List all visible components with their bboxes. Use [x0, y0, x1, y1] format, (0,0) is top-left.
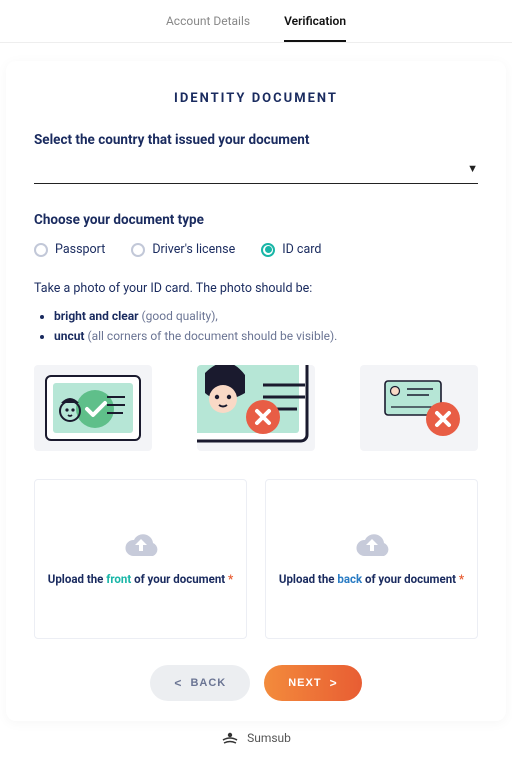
upload-front[interactable]: Upload the front of your document *	[34, 479, 247, 639]
cloud-upload-icon	[350, 529, 394, 563]
radio-label: Driver's license	[152, 242, 235, 257]
radio-drivers-license[interactable]: Driver's license	[131, 242, 235, 257]
req-bold: uncut	[54, 329, 84, 343]
page-title: IDENTITY DOCUMENT	[34, 91, 478, 106]
radio-passport[interactable]: Passport	[34, 242, 105, 257]
upload-row: Upload the front of your document * Uplo…	[34, 479, 478, 639]
next-button[interactable]: NEXT >	[264, 665, 361, 701]
button-row: < BACK NEXT >	[34, 665, 478, 701]
country-select[interactable]: ▼	[34, 162, 478, 184]
example-bad-small	[360, 365, 478, 451]
radio-icon	[261, 243, 275, 257]
radio-id-card[interactable]: ID card	[261, 242, 321, 257]
radio-label: ID card	[282, 242, 321, 257]
country-label: Select the country that issued your docu…	[34, 132, 478, 148]
doc-type-label: Choose your document type	[34, 212, 478, 228]
radio-label: Passport	[55, 242, 105, 257]
example-bad-cropped	[197, 365, 315, 451]
chevron-down-icon: ▼	[467, 162, 478, 175]
footer: Sumsub	[0, 731, 512, 745]
tab-account-details[interactable]: Account Details	[166, 14, 250, 42]
tab-verification[interactable]: Verification	[284, 14, 346, 42]
upload-back-label: Upload the back of your document *	[279, 571, 464, 588]
example-good	[34, 365, 152, 451]
chevron-left-icon: <	[174, 676, 182, 690]
back-button[interactable]: < BACK	[150, 665, 250, 701]
list-item: uncut (all corners of the document shoul…	[54, 326, 478, 346]
req-paren: (all corners of the document should be v…	[84, 329, 337, 343]
example-images	[34, 365, 478, 451]
radio-icon	[34, 243, 48, 257]
cloud-upload-icon	[119, 529, 163, 563]
req-bold: bright and clear	[54, 309, 139, 323]
doc-type-radios: Passport Driver's license ID card	[34, 242, 478, 257]
radio-icon	[131, 243, 145, 257]
requirements-list: bright and clear (good quality), uncut (…	[34, 306, 478, 347]
upload-back[interactable]: Upload the back of your document *	[265, 479, 478, 639]
next-label: NEXT	[288, 677, 321, 689]
top-tabs: Account Details Verification	[0, 0, 512, 43]
sumsub-logo-icon	[221, 731, 239, 745]
footer-brand: Sumsub	[247, 731, 291, 745]
list-item: bright and clear (good quality),	[54, 306, 478, 326]
back-label: BACK	[190, 677, 226, 689]
photo-instruction: Take a photo of your ID card. The photo …	[34, 281, 478, 296]
upload-front-label: Upload the front of your document *	[48, 571, 234, 588]
req-paren: (good quality),	[139, 309, 218, 323]
verification-card: IDENTITY DOCUMENT Select the country tha…	[6, 61, 506, 721]
chevron-right-icon: >	[330, 676, 338, 690]
